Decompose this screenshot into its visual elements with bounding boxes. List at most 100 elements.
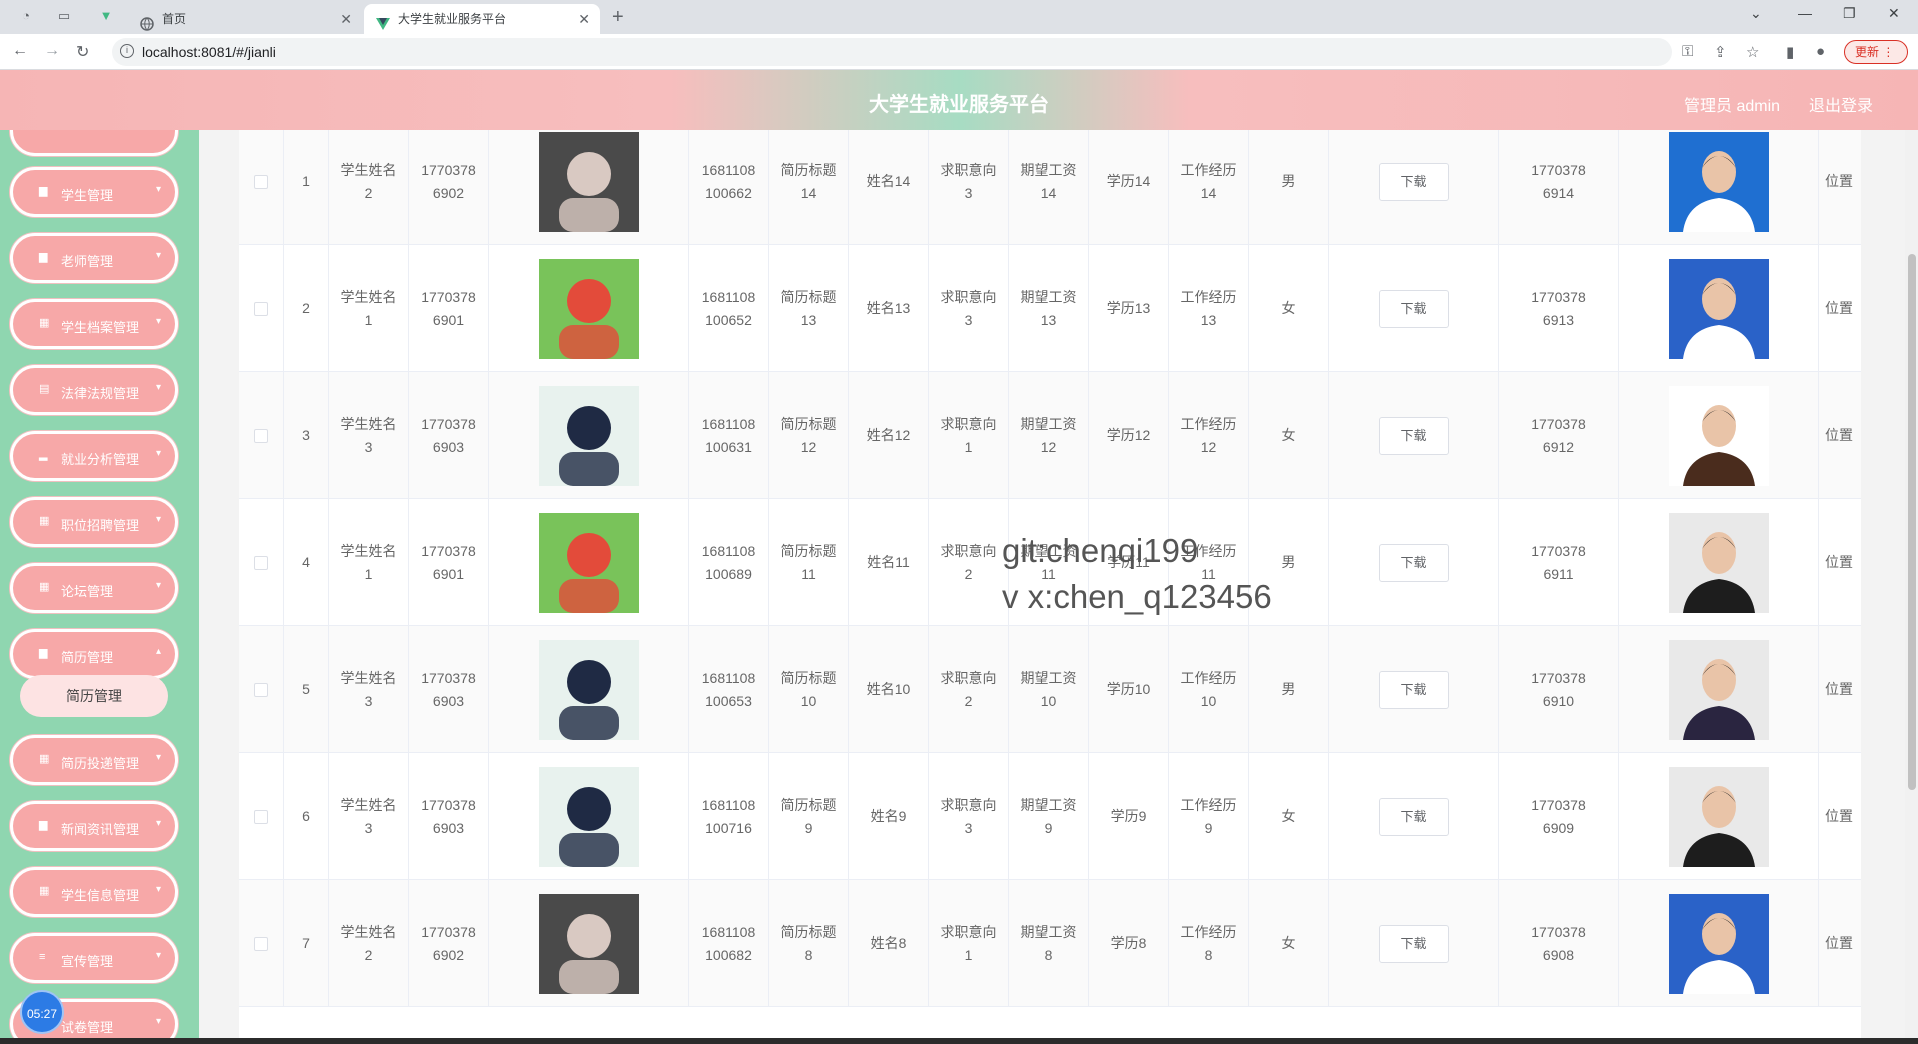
bookmark-star-icon[interactable]: ☆ [1746, 43, 1759, 61]
reload-icon[interactable]: ↻ [76, 42, 89, 62]
cell-download: 下载 [1329, 499, 1499, 626]
cell-text: 位置 [1825, 935, 1853, 951]
cell-text: 简历标题 13 [780, 288, 837, 328]
table-row[interactable]: 3 学生姓名 3 1770378 6903 1681108 100631 简历标题 12 姓名12… [239, 372, 1861, 499]
row-checkbox[interactable] [254, 174, 268, 189]
row-checkbox[interactable] [254, 936, 268, 951]
site-info-icon[interactable]: i [120, 44, 134, 58]
cell-text: 2 [302, 300, 310, 316]
row-checkbox[interactable] [254, 809, 268, 824]
cell-intention: 求职意向 2 [929, 626, 1009, 753]
user-icon: ▆ [39, 185, 48, 197]
logout-link[interactable]: 退出登录 [1809, 92, 1873, 116]
sidebar-item-student[interactable]: ▆ 学生管理 ▾ [10, 167, 178, 217]
cell-gender: 女 [1249, 753, 1329, 880]
download-button[interactable]: 下载 [1378, 162, 1449, 201]
cell-experience: 工作经历 13 [1169, 245, 1249, 372]
sidebar-item-recruit[interactable]: ▦ 职位招聘管理 ▾ [10, 497, 178, 547]
chevron-down-icon: ▾ [155, 382, 161, 393]
row-checkbox[interactable] [254, 682, 268, 697]
chevron-down-icon: ▾ [155, 184, 161, 195]
restore-icon[interactable]: ❐ [1843, 5, 1856, 22]
cell-check [239, 753, 284, 880]
chevron-down-icon[interactable]: ⌄ [1750, 5, 1762, 22]
browser-tab-bar: ◔ ▭ ▼ 首页 ✕ 大学生就业服务平台 ✕ + ⌄ — ❐ ✕ [0, 0, 1918, 34]
download-button[interactable]: 下载 [1378, 543, 1449, 582]
row-checkbox[interactable] [254, 301, 268, 316]
tab-close-icon[interactable]: ✕ [340, 4, 352, 34]
cell-resume-title: 简历标题 14 [769, 130, 849, 245]
profile-icon[interactable]: ● [1816, 43, 1825, 60]
download-button[interactable]: 下载 [1378, 924, 1449, 963]
resume-photo [538, 893, 639, 994]
watermark-line2: v x:chen_q123456 [1002, 578, 1272, 615]
cell-text: 学生姓名 2 [340, 923, 397, 963]
share-icon[interactable]: ⇪ [1714, 43, 1727, 61]
table-row[interactable]: 2 学生姓名 1 1770378 6901 1681108 100652 简历标题 13 姓名13… [239, 245, 1861, 372]
key-icon[interactable]: ⚿ [1682, 43, 1693, 60]
update-button[interactable]: 更新 ⋮ [1844, 40, 1908, 64]
cell-resume-title: 简历标题 9 [769, 753, 849, 880]
sidebar-item-label: 宣传管理 [61, 954, 114, 969]
cell-check [239, 245, 284, 372]
cell-text: 1681108 100653 [701, 669, 756, 709]
scrollbar-thumb[interactable] [1908, 254, 1916, 790]
minimize-icon[interactable]: — [1798, 5, 1812, 21]
cell-location: 位置 [1819, 499, 1861, 626]
cell-text: 1770378 6903 [421, 669, 476, 709]
sidebar-item-teacher[interactable]: ▆ 老师管理 ▾ [10, 233, 178, 283]
cell-text: 3 [302, 427, 310, 443]
book-icon: ▤ [39, 383, 50, 395]
new-tab-icon[interactable]: + [612, 6, 624, 29]
download-button[interactable]: 下载 [1378, 670, 1449, 709]
cell-text: 期望工资 9 [1020, 796, 1077, 836]
submenu-resume-manage[interactable]: 简历管理 [20, 675, 168, 717]
url-field[interactable]: i localhost:8081/#/jianli [112, 38, 1672, 66]
cell-text: 1 [302, 173, 310, 189]
cell-text: 工作经历 13 [1180, 288, 1237, 328]
cell-text: 学历10 [1106, 681, 1151, 697]
table-row[interactable]: 5 学生姓名 3 1770378 6903 1681108 100653 简历标题 10 姓名10… [239, 626, 1861, 753]
sidebar-item-resume-delivery[interactable]: ▦ 简历投递管理 ▾ [10, 735, 178, 785]
cell-text: 学历14 [1106, 173, 1151, 189]
table-row[interactable]: 6 学生姓名 3 1770378 6903 1681108 100716 简历标题 9 姓名9 求职… [239, 753, 1861, 880]
sidebar-item-analysis[interactable]: ▂ 就业分析管理 ▾ [10, 431, 178, 481]
cell-index: 3 [284, 372, 329, 499]
side-panel-icon[interactable]: ▮ [1786, 43, 1794, 61]
tab-home[interactable]: 首页 ✕ [128, 4, 362, 34]
window-close-icon[interactable]: ✕ [1888, 5, 1900, 22]
download-button[interactable]: 下载 [1378, 797, 1449, 836]
cell-avatar [1619, 626, 1819, 753]
sidebar-item-law[interactable]: ▤ 法律法规管理 ▾ [10, 365, 178, 415]
sidebar-item-resume[interactable]: ▆ 简历管理 ▴ [10, 629, 178, 679]
row-checkbox[interactable] [254, 428, 268, 443]
sidebar-item-news[interactable]: ▆ 新闻资讯管理 ▾ [10, 801, 178, 851]
download-button[interactable]: 下载 [1378, 416, 1449, 455]
sidebar-item-label: 简历投递管理 [61, 756, 140, 771]
cell-text: 学生姓名 1 [340, 288, 397, 328]
back-icon[interactable]: ← [12, 42, 28, 60]
download-button[interactable]: 下载 [1378, 289, 1449, 328]
tab-platform[interactable]: 大学生就业服务平台 ✕ [364, 4, 600, 34]
sidebar-item-forum[interactable]: ▦ 论坛管理 ▾ [10, 563, 178, 613]
cell-text: 女 [1281, 427, 1296, 443]
sidebar-item-top[interactable] [10, 130, 178, 156]
cell-text: 1770378 6913 [1531, 288, 1586, 328]
sidebar-item-promo[interactable]: ≡ 宣传管理 ▾ [10, 933, 178, 983]
cell-check [239, 372, 284, 499]
user-icon: ▆ [39, 251, 48, 263]
tab-group-icon[interactable]: ▭ [56, 8, 72, 24]
cell-intention: 求职意向 3 [929, 130, 1009, 245]
sidebar-item-student-info[interactable]: ▦ 学生信息管理 ▾ [10, 867, 178, 917]
row-checkbox[interactable] [254, 555, 268, 570]
tab-close-icon[interactable]: ✕ [578, 4, 590, 34]
chevron-down-icon: ▾ [155, 448, 161, 459]
browser-history-icon[interactable]: ◔ [18, 8, 34, 24]
sidebar-item-archive[interactable]: ▦ 学生档案管理 ▾ [10, 299, 178, 349]
table-row[interactable]: 1 学生姓名 2 1770378 6902 1681108 100662 简历标题 14 姓名14… [239, 130, 1861, 245]
forward-icon[interactable]: → [44, 42, 60, 60]
cell-gender: 女 [1249, 372, 1329, 499]
table-row[interactable]: 7 学生姓名 2 1770378 6902 1681108 100682 简历标题 8 姓名8 求职… [239, 880, 1861, 1007]
vertical-scrollbar[interactable] [1905, 130, 1918, 1040]
cell-text: 6 [302, 808, 310, 824]
